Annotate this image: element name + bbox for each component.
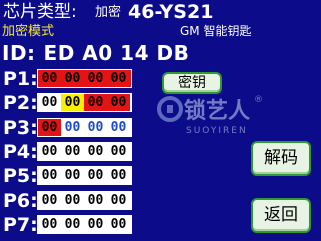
page-field-p3[interactable]: 00 00 00 00 xyxy=(37,118,132,137)
page-field-p7[interactable]: 00 00 00 00 xyxy=(37,215,132,234)
page-label-p7: P7: xyxy=(3,214,38,236)
page-cell[interactable]: 00 xyxy=(84,216,107,233)
chip-model: 46-YS21 xyxy=(128,1,214,23)
page-field-p6[interactable]: 00 00 00 00 xyxy=(37,191,132,210)
chip-id-line: ID: ED A0 14 DB xyxy=(2,41,189,65)
id-label: ID: xyxy=(2,41,36,65)
page-field-p4[interactable]: 00 00 00 00 xyxy=(37,142,132,161)
page-field-p5[interactable]: 00 00 00 00 xyxy=(37,166,132,185)
id-byte: DB xyxy=(156,41,190,65)
page-cell[interactable]: 00 xyxy=(38,216,61,233)
chip-mode-small: 加密 xyxy=(95,5,122,20)
page-cell[interactable]: 00 xyxy=(84,94,107,111)
page-label-p1: P1: xyxy=(3,68,38,90)
page-label-p2: P2: xyxy=(3,92,38,114)
page-cell[interactable]: 00 xyxy=(107,70,130,87)
page-cell[interactable]: 00 xyxy=(61,192,84,209)
page-cell[interactable]: 00 xyxy=(107,143,130,160)
watermark-brand: 锁艺人 xyxy=(184,98,250,124)
page-cell[interactable]: 00 xyxy=(84,192,107,209)
brand-watermark: 锁艺人 ® SUOYIREN xyxy=(157,95,263,136)
page-cell[interactable]: 00 xyxy=(84,167,107,184)
chip-type-label: 芯片类型: xyxy=(3,2,77,22)
page-label-p6: P6: xyxy=(3,190,38,212)
page-cell[interactable]: 00 xyxy=(107,216,130,233)
key-button[interactable]: 密钥 xyxy=(162,72,222,94)
decode-button[interactable]: 解码 xyxy=(251,141,311,176)
page-cell[interactable]: 00 xyxy=(38,167,61,184)
decoder-screen: 芯片类型: 加密 46-YS21 加密模式 GM 智能钥匙 ID: ED A0 1… xyxy=(0,0,321,241)
page-cell[interactable]: 00 xyxy=(107,94,130,111)
encryption-mode-text: 加密模式 xyxy=(2,24,55,39)
page-cell[interactable]: 00 xyxy=(38,94,61,111)
page-field-p1[interactable]: 00 00 00 00 xyxy=(37,69,132,88)
page-cell[interactable]: 00 xyxy=(61,143,84,160)
page-label-p3: P3: xyxy=(3,117,38,139)
page-cell[interactable]: 00 xyxy=(84,119,107,136)
page-cell[interactable]: 00 xyxy=(107,119,130,136)
watermark-brand-latin: SUOYIREN xyxy=(186,126,248,136)
page-cell[interactable]: 00 xyxy=(38,143,61,160)
page-label-p5: P5: xyxy=(3,165,38,187)
page-cell[interactable]: 00 xyxy=(38,70,61,87)
watermark-reg-mark: ® xyxy=(254,95,263,105)
page-cell-selected[interactable]: 00 xyxy=(61,94,84,111)
page-cell[interactable]: 00 xyxy=(107,192,130,209)
page-cell[interactable]: 00 xyxy=(61,70,84,87)
lock-logo-icon xyxy=(157,96,183,122)
back-button[interactable]: 返回 xyxy=(251,198,311,233)
page-cell[interactable]: 00 xyxy=(38,119,61,136)
page-cell[interactable]: 00 xyxy=(61,216,84,233)
page-cell[interactable]: 00 xyxy=(61,167,84,184)
id-byte: A0 xyxy=(82,41,113,65)
page-cell[interactable]: 00 xyxy=(84,143,107,160)
id-byte: ED xyxy=(43,41,75,65)
page-field-p2[interactable]: 00 00 00 00 xyxy=(37,93,132,112)
page-cell[interactable]: 00 xyxy=(107,167,130,184)
page-cell[interactable]: 00 xyxy=(84,70,107,87)
page-label-p4: P4: xyxy=(3,141,38,163)
page-cell[interactable]: 00 xyxy=(38,192,61,209)
key-type-text: GM 智能钥匙 xyxy=(180,24,252,38)
id-byte: 14 xyxy=(120,41,149,65)
page-cell[interactable]: 00 xyxy=(61,119,84,136)
